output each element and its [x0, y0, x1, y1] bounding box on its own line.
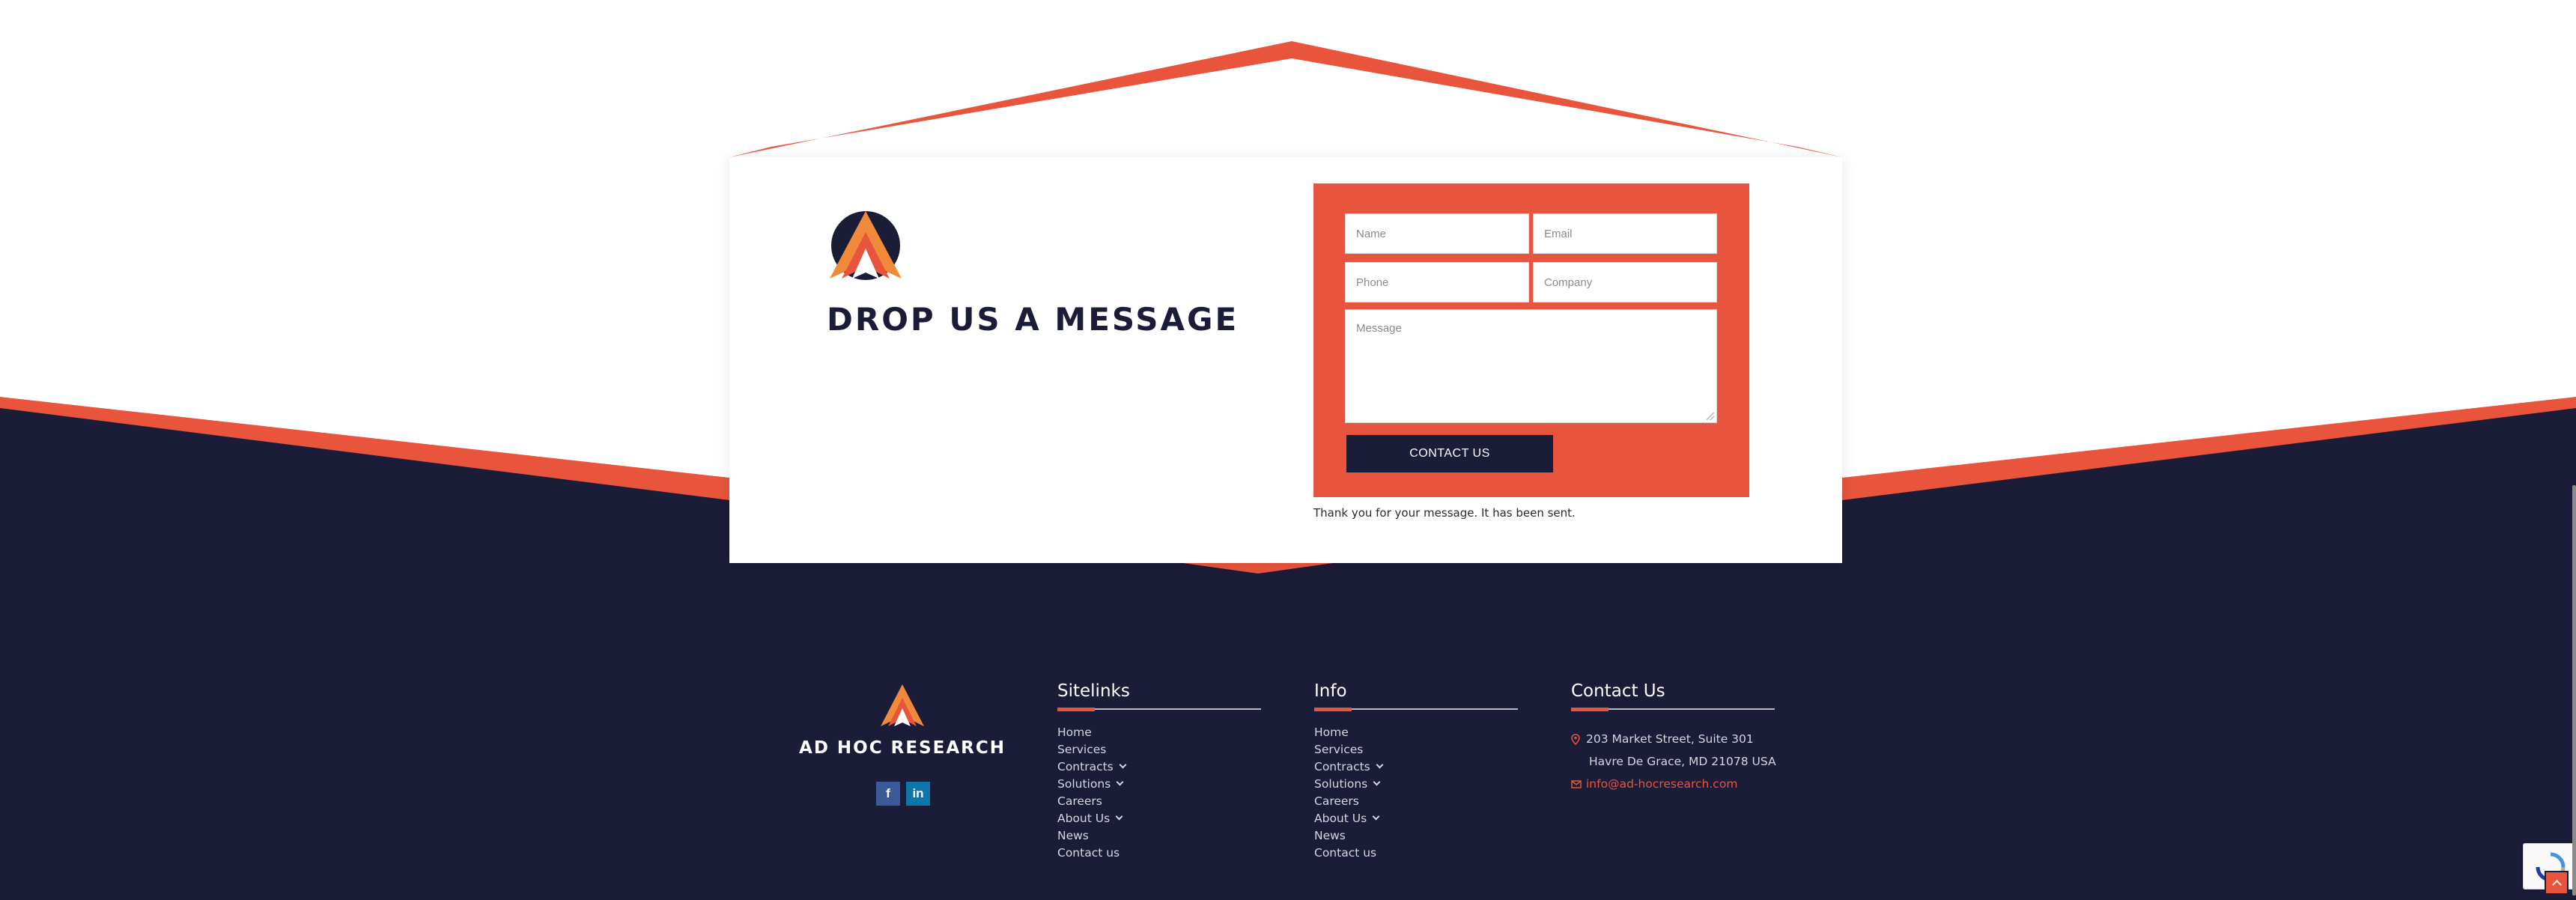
chevron-up-icon [2551, 880, 2562, 890]
footer-link-label: Contracts [1057, 759, 1114, 773]
footer-link-label: News [1057, 828, 1089, 842]
contact-form: Name Email Phone Company Message CONTACT… [1313, 183, 1749, 497]
footer-link-label: Home [1314, 725, 1349, 739]
footer-link[interactable]: News [1057, 827, 1261, 844]
footer-link[interactable]: News [1314, 827, 1518, 844]
footer-link[interactable]: Contact us [1057, 844, 1261, 861]
footer-link[interactable]: Solutions [1314, 775, 1518, 792]
footer-link-label: Careers [1057, 794, 1102, 808]
page-title: DROP US A MESSAGE [827, 301, 1239, 338]
address-line-1-text: 203 Market Street, Suite 301 [1586, 732, 1754, 746]
footer-link-label: Contact us [1314, 845, 1377, 860]
chevron-down-icon [1376, 761, 1384, 769]
heading-divider [1314, 708, 1518, 711]
contact-card: DROP US A MESSAGE Name Email Phone Compa… [729, 157, 1842, 563]
footer-link-label: Solutions [1057, 776, 1111, 791]
footer-link[interactable]: Home [1057, 723, 1261, 741]
footer-link-label: Contracts [1314, 759, 1370, 773]
address-line-1: 203 Market Street, Suite 301 [1571, 728, 1775, 750]
message-placeholder: Message [1356, 322, 1402, 335]
sitelinks-list: Home Services Contracts Solutions Careers Abo… [1057, 723, 1261, 861]
footer-link-label: Home [1057, 725, 1092, 739]
footer-contact: Contact Us 203 Market Street, Suite 301 … [1571, 681, 1776, 795]
footer-link[interactable]: Careers [1057, 792, 1261, 809]
linkedin-icon[interactable]: in [906, 782, 930, 806]
footer-link[interactable]: Careers [1314, 792, 1518, 809]
brand-logo-icon [830, 211, 902, 280]
heading-divider [1571, 708, 1775, 711]
footer-link[interactable]: Contact us [1314, 844, 1518, 861]
resize-handle-icon[interactable] [1707, 413, 1714, 420]
footer-link-label: Contact us [1057, 845, 1120, 860]
footer-link[interactable]: Services [1057, 741, 1261, 758]
chevron-down-icon [1119, 761, 1127, 769]
contact-details: 203 Market Street, Suite 301 Havre De Gr… [1571, 728, 1776, 795]
footer-brand: AD HOC RESEARCH f in [794, 683, 1011, 810]
footer-link[interactable]: Home [1314, 723, 1518, 741]
message-field[interactable]: Message [1345, 309, 1717, 423]
contact-heading: Contact Us [1571, 681, 1665, 701]
footer-link-label: About Us [1314, 811, 1367, 825]
address-line-2: Havre De Grace, MD 21078 USA [1589, 755, 1776, 768]
footer-link[interactable]: Solutions [1057, 775, 1261, 792]
map-pin-icon [1571, 733, 1586, 745]
email-link[interactable]: info@ad-hocresearch.com [1571, 773, 1775, 795]
scroll-to-top-button[interactable] [2545, 871, 2569, 895]
info-heading: Info [1314, 681, 1347, 701]
footer-logo-icon[interactable] [879, 683, 926, 729]
heading-divider [1057, 708, 1261, 711]
chevron-down-icon [1372, 812, 1380, 821]
email-text: info@ad-hocresearch.com [1586, 777, 1738, 791]
name-field[interactable]: Name [1345, 213, 1529, 254]
chevron-down-icon [1116, 778, 1124, 786]
page-scrollbar[interactable] [2572, 0, 2576, 900]
footer-link-label: About Us [1057, 811, 1111, 825]
footer-link[interactable]: About Us [1057, 809, 1261, 827]
footer-link[interactable]: Services [1314, 741, 1518, 758]
form-response-message: Thank you for your message. It has been … [1313, 506, 1576, 520]
info-list: Home Services Contracts Solutions Careers Abo… [1314, 723, 1518, 861]
footer-link[interactable]: About Us [1314, 809, 1518, 827]
footer-link-label: Services [1314, 742, 1364, 756]
footer-link-label: Solutions [1314, 776, 1368, 791]
email-field[interactable]: Email [1533, 213, 1717, 254]
chevron-down-icon [1115, 812, 1123, 821]
sitelinks-heading: Sitelinks [1057, 681, 1130, 701]
footer-link[interactable]: Contracts [1314, 758, 1518, 775]
footer-link-label: Services [1057, 742, 1107, 756]
phone-field[interactable]: Phone [1345, 262, 1529, 302]
company-field[interactable]: Company [1533, 262, 1717, 302]
contact-us-button[interactable]: CONTACT US [1346, 435, 1553, 472]
footer-brand-name: AD HOC RESEARCH [799, 738, 1006, 758]
footer-link-label: Careers [1314, 794, 1359, 808]
envelope-icon [1571, 779, 1586, 788]
footer-info: Info Home Services Contracts Solutions Caree… [1314, 681, 1518, 861]
footer-link-label: News [1314, 828, 1346, 842]
footer-sitelinks: Sitelinks Home Services Contracts Solutions… [1057, 681, 1261, 861]
facebook-icon[interactable]: f [876, 782, 900, 806]
scrollbar-thumb[interactable] [2572, 485, 2576, 896]
footer-link[interactable]: Contracts [1057, 758, 1261, 775]
chevron-down-icon [1373, 778, 1381, 786]
